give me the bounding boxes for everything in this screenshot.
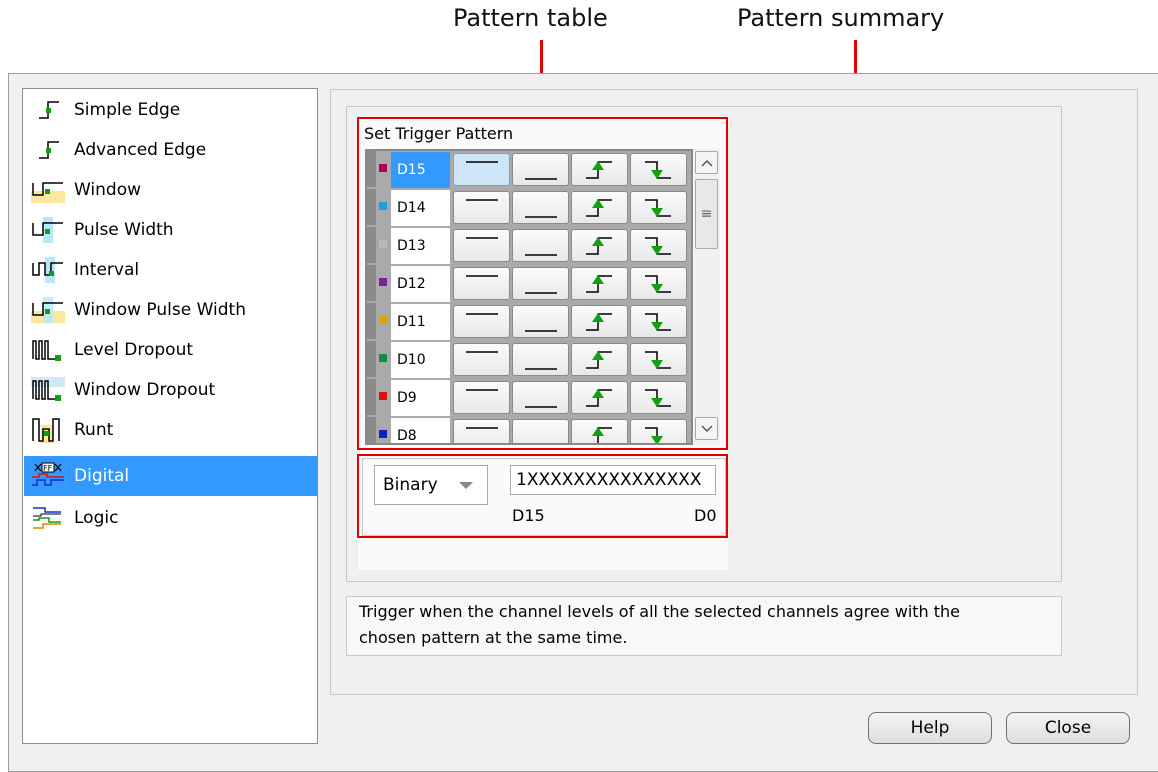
trigger-type-window[interactable]: Window — [24, 170, 318, 210]
trigger-type-level-dropout[interactable]: Level Dropout — [24, 330, 318, 370]
trigger-type-advanced-edge[interactable]: Advanced Edge — [24, 130, 318, 170]
high-level-button[interactable] — [453, 267, 510, 300]
trigger-description: Trigger when the channel levels of all t… — [346, 596, 1062, 656]
falling-edge-button[interactable] — [630, 343, 687, 376]
rising-edge-button[interactable] — [571, 305, 628, 338]
trigger-type-simple-edge[interactable]: Simple Edge — [24, 90, 318, 130]
window-pulse-width-icon — [28, 296, 68, 324]
trigger-type-runt[interactable]: Runt — [24, 410, 318, 450]
interval-icon — [28, 256, 68, 284]
low-level-button[interactable] — [512, 191, 569, 224]
level-dropout-icon — [28, 336, 68, 364]
low-level-button[interactable] — [512, 419, 569, 443]
scroll-thumb[interactable]: ≡ — [695, 179, 718, 249]
pattern-table[interactable]: D15 D14 D13 D12 D11 D10 D9 D8 — [365, 149, 693, 445]
channel-label[interactable]: D10 — [391, 342, 450, 378]
pattern-table-callout: Pattern table — [453, 4, 608, 32]
low-level-button[interactable] — [512, 343, 569, 376]
advanced-edge-icon — [28, 136, 68, 164]
trigger-type-logic[interactable]: Logic — [24, 498, 318, 538]
pattern-row-d8: D8 — [367, 417, 691, 443]
scroll-up-button[interactable] — [695, 151, 718, 174]
high-level-button[interactable] — [453, 153, 510, 186]
falling-edge-button[interactable] — [630, 419, 687, 443]
channel-color-swatch — [379, 278, 387, 286]
high-level-button[interactable] — [453, 229, 510, 262]
rising-edge-button[interactable] — [571, 191, 628, 224]
channel-color-swatch — [379, 392, 387, 400]
trigger-type-window-pulse-width[interactable]: Window Pulse Width — [24, 290, 318, 330]
trigger-type-window-dropout[interactable]: Window Dropout — [24, 370, 318, 410]
channel-label[interactable]: D12 — [391, 266, 450, 302]
channel-color-swatch — [379, 202, 387, 210]
channel-color-swatch — [379, 316, 387, 324]
rising-edge-button[interactable] — [571, 229, 628, 262]
low-level-button[interactable] — [512, 305, 569, 338]
channel-label[interactable]: D15 — [391, 152, 450, 188]
falling-edge-button[interactable] — [630, 229, 687, 262]
pattern-row-d15: D15 — [367, 151, 691, 188]
trigger-type-digital[interactable]: FF Digital — [24, 456, 318, 496]
rising-edge-button[interactable] — [571, 419, 628, 443]
pattern-row-d10: D10 — [367, 341, 691, 378]
rising-edge-button[interactable] — [571, 267, 628, 300]
pulse-width-icon — [28, 216, 68, 244]
close-button[interactable]: Close — [1006, 712, 1130, 744]
channel-color-swatch — [379, 430, 387, 438]
pattern-scrollbar[interactable]: ≡ — [694, 149, 720, 445]
falling-edge-button[interactable] — [630, 305, 687, 338]
svg-text:FF: FF — [43, 464, 53, 473]
high-level-button[interactable] — [453, 305, 510, 338]
window-icon — [28, 176, 68, 204]
description-line-2: chosen pattern at the same time. — [359, 628, 628, 647]
pattern-summary-callout: Pattern summary — [737, 4, 945, 32]
falling-edge-button[interactable] — [630, 153, 687, 186]
rising-edge-button[interactable] — [571, 381, 628, 414]
rising-edge-button[interactable] — [571, 343, 628, 376]
pattern-row-d11: D11 — [367, 303, 691, 340]
channel-label[interactable]: D11 — [391, 304, 450, 340]
channel-label[interactable]: D9 — [391, 380, 450, 416]
runt-icon — [28, 416, 68, 444]
simple-edge-icon — [28, 96, 68, 124]
low-level-button[interactable] — [512, 267, 569, 300]
digital-icon: FF — [28, 462, 68, 490]
falling-edge-button[interactable] — [630, 191, 687, 224]
low-level-button[interactable] — [512, 229, 569, 262]
help-button[interactable]: Help — [868, 712, 992, 744]
falling-edge-button[interactable] — [630, 267, 687, 300]
channel-label[interactable]: D13 — [391, 228, 450, 264]
window-dropout-icon — [28, 376, 68, 404]
high-level-button[interactable] — [453, 381, 510, 414]
pattern-row-d9: D9 — [367, 379, 691, 416]
falling-edge-button[interactable] — [630, 381, 687, 414]
low-level-button[interactable] — [512, 153, 569, 186]
trigger-type-list[interactable]: Simple Edge Advanced Edge Window Pulse W… — [22, 88, 318, 744]
pattern-row-d13: D13 — [367, 227, 691, 264]
logic-icon — [28, 504, 68, 532]
channel-color-swatch — [379, 354, 387, 362]
channel-label[interactable]: D8 — [391, 418, 450, 443]
pattern-row-d12: D12 — [367, 265, 691, 302]
low-level-button[interactable] — [512, 381, 569, 414]
pattern-row-d14: D14 — [367, 189, 691, 226]
high-level-button[interactable] — [453, 191, 510, 224]
pattern-summary-highlight — [357, 454, 728, 538]
description-line-1: Trigger when the channel levels of all t… — [359, 602, 961, 621]
high-level-button[interactable] — [453, 343, 510, 376]
channel-color-swatch — [379, 164, 387, 172]
scroll-down-button[interactable] — [695, 417, 718, 440]
channel-label[interactable]: D14 — [391, 190, 450, 226]
high-level-button[interactable] — [453, 419, 510, 443]
rising-edge-button[interactable] — [571, 153, 628, 186]
trigger-type-interval[interactable]: Interval — [24, 250, 318, 290]
channel-color-swatch — [379, 240, 387, 248]
trigger-type-pulse-width[interactable]: Pulse Width — [24, 210, 318, 250]
